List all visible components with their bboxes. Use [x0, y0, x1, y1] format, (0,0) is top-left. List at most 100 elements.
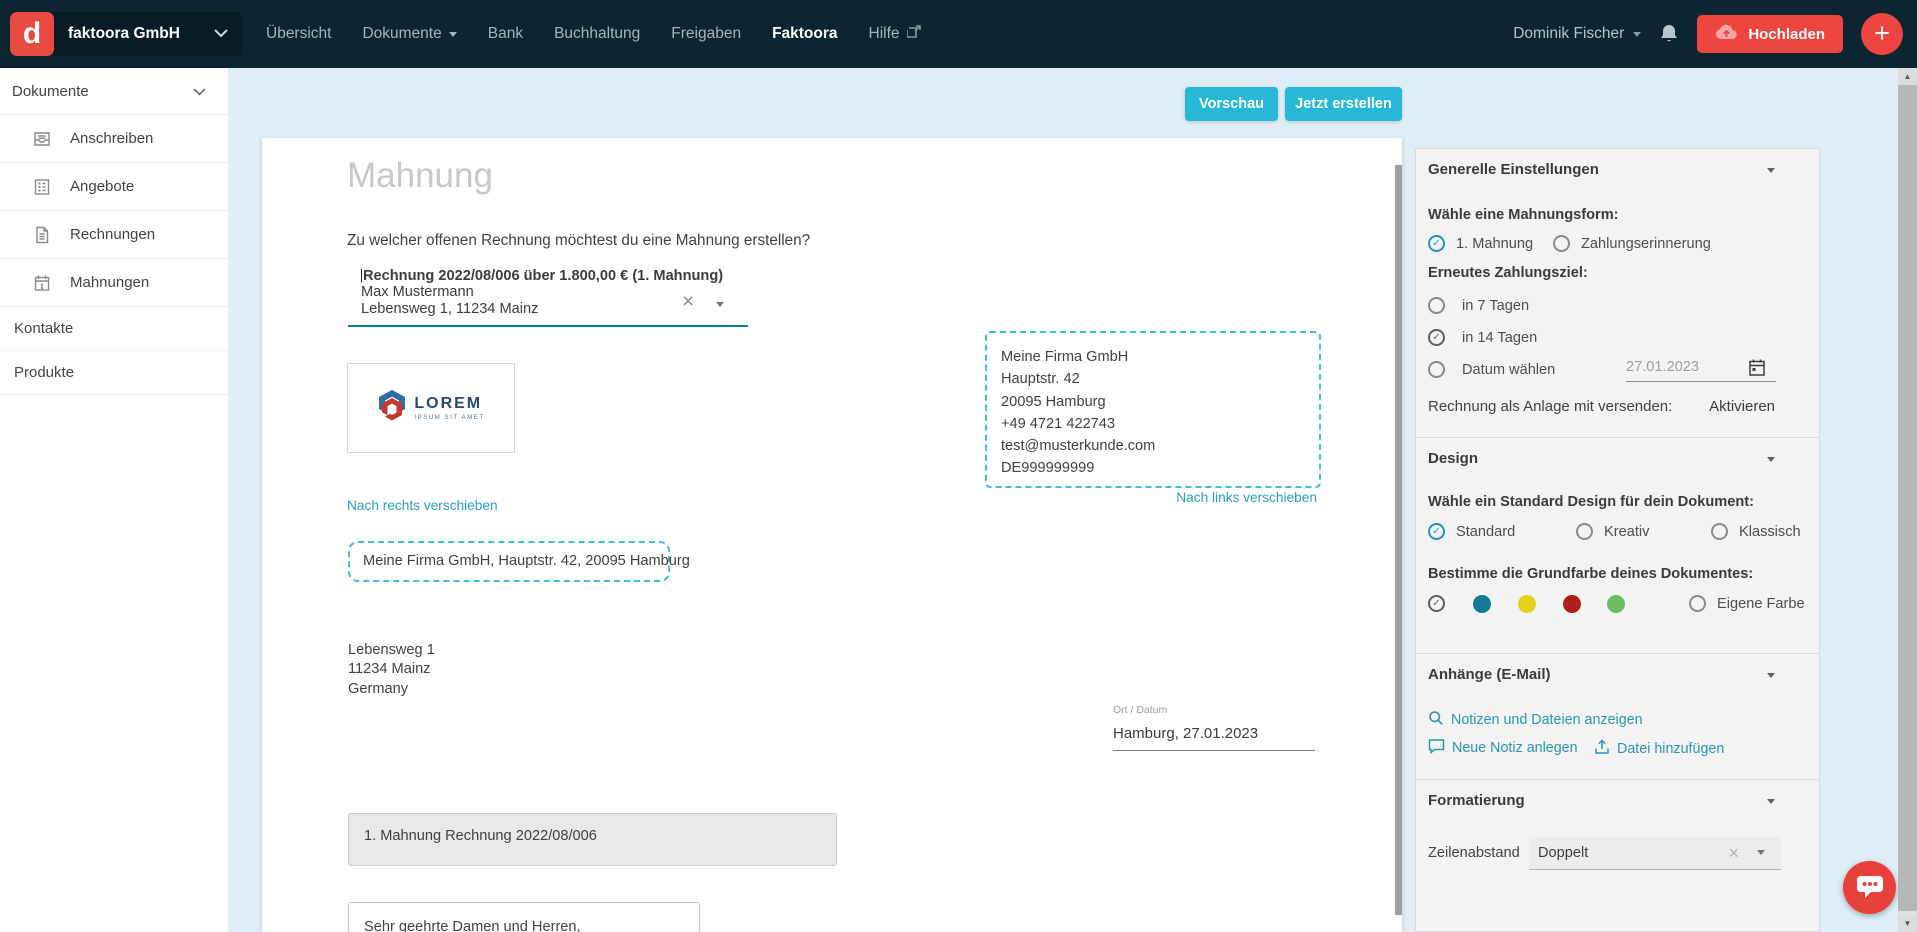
radio-eigene-farbe[interactable] — [1689, 595, 1706, 612]
sidebar: Dokumente Anschreiben Angebote Rechnunge… — [0, 68, 228, 932]
clear-selection-icon[interactable]: × — [682, 290, 694, 314]
attach-invoice-label: Rechnung als Anlage mit versenden: — [1428, 398, 1672, 415]
sidebar-item-mahnungen[interactable]: Mahnungen — [0, 259, 228, 307]
scroll-down-button[interactable]: ▼ — [1898, 915, 1917, 932]
color-swatch-teal[interactable] — [1473, 595, 1491, 613]
sidebar-section-dokumente[interactable]: Dokumente — [0, 68, 228, 115]
radio-design-standard-label[interactable]: Standard — [1456, 524, 1515, 540]
radio-7-tage-label[interactable]: in 7 Tagen — [1462, 298, 1529, 314]
sidebar-item-anschreiben[interactable]: Anschreiben — [0, 115, 228, 163]
sender-line-block[interactable]: Meine Firma GmbH, Hauptstr. 42, 20095 Ha… — [348, 541, 670, 582]
notifications-bell-icon[interactable] — [1659, 23, 1679, 45]
recipient-address[interactable]: Lebensweg 1 11234 Mainz Germany — [348, 641, 435, 699]
dropdown-caret-icon[interactable] — [716, 302, 724, 307]
sidebar-item-angebote[interactable]: Angebote — [0, 163, 228, 211]
radio-eigene-farbe-label[interactable]: Eigene Farbe — [1717, 596, 1805, 612]
invoice-select[interactable]: Rechnung 2022/08/006 über 1.800,00 € (1.… — [348, 268, 748, 327]
salutation-field[interactable]: Sehr geehrte Damen und Herren, — [348, 902, 700, 932]
user-menu[interactable]: Dominik Fischer — [1513, 25, 1641, 43]
collapse-attachments-icon[interactable] — [1767, 673, 1775, 678]
nav-faktoora[interactable]: Faktoora — [772, 25, 837, 43]
company-address-block[interactable]: Meine Firma GmbH Hauptstr. 42 20095 Hamb… — [985, 331, 1321, 488]
divider — [1416, 653, 1819, 654]
radio-datum-waehlen-label[interactable]: Datum wählen — [1462, 362, 1555, 378]
color-swatch-green[interactable] — [1607, 595, 1625, 613]
comment-icon — [1428, 738, 1445, 758]
settings-panel: Generelle Einstellungen Wähle eine Mahnu… — [1415, 148, 1820, 932]
chevron-down-icon — [214, 25, 228, 43]
nav-dokumente[interactable]: Dokumente — [362, 25, 456, 43]
document-icon — [32, 225, 52, 245]
nav-hilfe[interactable]: Hilfe — [869, 24, 922, 44]
section-attachments-title: Anhänge (E-Mail) — [1428, 666, 1551, 683]
company-logo-box[interactable]: LOREM IPSUM SIT AMET — [347, 363, 515, 453]
add-new-button[interactable]: + — [1861, 13, 1903, 55]
scroll-up-button[interactable]: ▲ — [1898, 68, 1917, 85]
radio-design-kreativ[interactable] — [1576, 523, 1593, 540]
move-logo-right-link[interactable]: Nach rechts verschieben — [347, 498, 498, 513]
add-file-link[interactable]: Datei hinzufügen — [1594, 738, 1724, 759]
scrollbar-thumb[interactable] — [1898, 85, 1917, 911]
radio-design-kreativ-label[interactable]: Kreativ — [1604, 524, 1649, 540]
mahnungsform-label: Wähle eine Mahnungsform: — [1428, 207, 1619, 223]
top-bar: d faktoora GmbH Übersicht Dokumente Bank… — [0, 0, 1917, 68]
header-actions: Dominik Fischer Hochladen + — [1513, 0, 1903, 68]
radio-datum-waehlen[interactable] — [1428, 361, 1445, 378]
sidebar-item-rechnungen[interactable]: Rechnungen — [0, 211, 228, 259]
upload-icon — [1594, 738, 1610, 759]
section-formatting-title: Formatierung — [1428, 792, 1525, 809]
faktoora-logo: d — [10, 12, 54, 56]
chat-support-button[interactable] — [1843, 861, 1896, 914]
text-cursor — [361, 269, 362, 282]
upload-button[interactable]: Hochladen — [1697, 15, 1843, 53]
radio-14-tage-label[interactable]: in 14 Tagen — [1462, 330, 1537, 346]
radio-zahlungserinnerung[interactable] — [1553, 235, 1570, 252]
line-spacing-select[interactable]: Doppelt × — [1529, 837, 1781, 870]
logo-letter: d — [23, 19, 41, 49]
company-switcher[interactable]: d faktoora GmbH — [10, 12, 242, 56]
radio-design-klassisch-label[interactable]: Klassisch — [1739, 524, 1801, 540]
preview-button[interactable]: Vorschau — [1185, 87, 1278, 121]
activate-attachment-button[interactable]: Aktivieren — [1709, 398, 1775, 415]
divider — [1416, 437, 1819, 438]
radio-design-klassisch[interactable] — [1711, 523, 1728, 540]
move-address-left-link[interactable]: Nach links verschieben — [985, 490, 1317, 505]
document-title: Mahnung — [347, 156, 493, 196]
nav-buchhaltung[interactable]: Buchhaltung — [554, 25, 640, 43]
place-date-label: Ort / Datum — [1113, 704, 1315, 716]
radio-1-mahnung-label[interactable]: 1. Mahnung — [1456, 236, 1533, 252]
collapse-general-icon[interactable] — [1767, 168, 1775, 173]
calendar-icon[interactable] — [1748, 358, 1766, 382]
invoice-question: Zu welcher offenen Rechnung möchtest du … — [347, 232, 810, 250]
section-general-title: Generelle Einstellungen — [1428, 161, 1599, 178]
logo-tagline-text: IPSUM SIT AMET — [414, 415, 484, 421]
sidebar-item-produkte[interactable]: Produkte — [0, 351, 228, 395]
collapse-formatting-icon[interactable] — [1767, 799, 1775, 804]
color-selected-check[interactable]: ✓ — [1428, 595, 1445, 612]
new-note-link[interactable]: Neue Notiz anlegen — [1428, 738, 1578, 758]
radio-zahlungserinnerung-label[interactable]: Zahlungserinnerung — [1581, 236, 1711, 252]
radio-1-mahnung[interactable]: ✓ — [1428, 235, 1445, 252]
lorem-logo-icon — [377, 389, 407, 428]
clear-selection-icon[interactable]: × — [1728, 843, 1739, 864]
subject-field[interactable]: 1. Mahnung Rechnung 2022/08/006 — [348, 813, 837, 866]
nav-freigaben[interactable]: Freigaben — [671, 25, 741, 43]
collapse-design-icon[interactable] — [1767, 457, 1775, 462]
place-date-field[interactable]: Ort / Datum Hamburg, 27.01.2023 — [1113, 704, 1315, 751]
dropdown-caret-icon — [1757, 850, 1765, 855]
color-swatch-yellow[interactable] — [1518, 595, 1536, 613]
radio-design-standard[interactable]: ✓ — [1428, 523, 1445, 540]
color-swatch-red[interactable] — [1563, 595, 1581, 613]
sidebar-item-kontakte[interactable]: Kontakte — [0, 307, 228, 351]
nav-uebersicht[interactable]: Übersicht — [266, 25, 331, 43]
radio-14-tage[interactable]: ✓ — [1428, 329, 1445, 346]
document-scrollbar[interactable] — [1395, 165, 1402, 915]
radio-7-tage[interactable] — [1428, 297, 1445, 314]
chevron-down-icon — [1633, 32, 1641, 37]
nav-bank[interactable]: Bank — [488, 25, 523, 43]
page-scrollbar[interactable]: ▲ ▼ — [1898, 68, 1917, 932]
show-notes-files-link[interactable]: Notizen und Dateien anzeigen — [1428, 710, 1643, 730]
calendar-icon — [32, 273, 52, 293]
cloud-upload-icon — [1715, 24, 1738, 44]
create-now-button[interactable]: Jetzt erstellen — [1285, 87, 1402, 121]
